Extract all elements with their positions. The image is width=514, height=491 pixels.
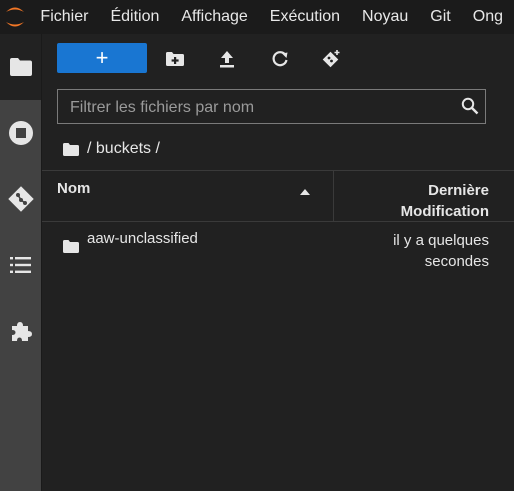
folder-icon [9,58,32,76]
column-header-modified[interactable]: Dernière Modification [349,180,489,222]
menu-bar: Fichier Édition Affichage Exécution Noya… [0,0,514,35]
left-sidebar [0,34,42,491]
file-modified-line2: secondes [424,253,489,270]
sidebar-item-extensions[interactable] [0,298,41,364]
sidebar-item-table-of-contents[interactable] [0,232,41,298]
sidebar-item-running[interactable] [0,100,41,166]
menu-execution[interactable]: Exécution [270,8,340,26]
menu-noyau[interactable]: Noyau [362,8,408,26]
menu-fichier[interactable]: Fichier [40,8,88,26]
puzzle-icon [11,322,32,341]
menu-edition[interactable]: Édition [110,8,159,26]
filter-search-box [57,89,486,125]
menu-git[interactable]: Git [430,8,450,26]
file-name: aaw-unclassified [87,230,198,247]
breadcrumb-path[interactable]: / buckets / [87,140,160,158]
file-modified-line1: il y a quelques [393,232,489,249]
menu-affichage[interactable]: Affichage [181,8,247,26]
home-folder-icon[interactable] [62,142,80,157]
list-icon [9,257,31,273]
new-button-label: + [95,45,109,70]
folder-icon [62,239,80,259]
git-clone-icon [322,50,340,68]
stop-circle-icon [8,121,33,145]
column-header-modified-line1: Dernière [428,182,489,199]
menu-onglets[interactable]: Ong [473,8,503,26]
sort-ascending-icon[interactable] [299,183,311,201]
new-folder-button[interactable] [164,48,186,70]
column-divider[interactable] [333,171,334,221]
git-icon [7,186,34,212]
upload-icon [220,51,234,68]
new-folder-icon [166,52,184,66]
breadcrumb: / buckets / [62,138,160,160]
file-modified: il y a quelques secondes [339,230,489,272]
menu-items: Fichier Édition Affichage Exécution Noya… [29,8,514,26]
refresh-button[interactable] [269,48,291,70]
column-header-name[interactable]: Nom [57,180,90,197]
sidebar-item-file-browser[interactable] [0,34,41,100]
upload-button[interactable] [216,48,238,70]
git-clone-button[interactable] [321,48,343,70]
column-header-modified-line2: Modification [400,203,489,220]
new-launcher-button[interactable]: + [57,43,147,73]
sidebar-item-git[interactable] [0,166,41,232]
filter-files-input[interactable] [68,90,452,125]
file-list-row[interactable]: aaw-unclassified il y a quelques seconde… [42,221,514,271]
jupyter-logo-icon[interactable] [0,0,29,34]
file-browser-panel: + Filtrer les fichiers par nom / buckets… [42,34,514,491]
search-icon [461,97,479,120]
file-list-header: Nom Dernière Modification [42,170,514,222]
refresh-icon [272,51,288,67]
